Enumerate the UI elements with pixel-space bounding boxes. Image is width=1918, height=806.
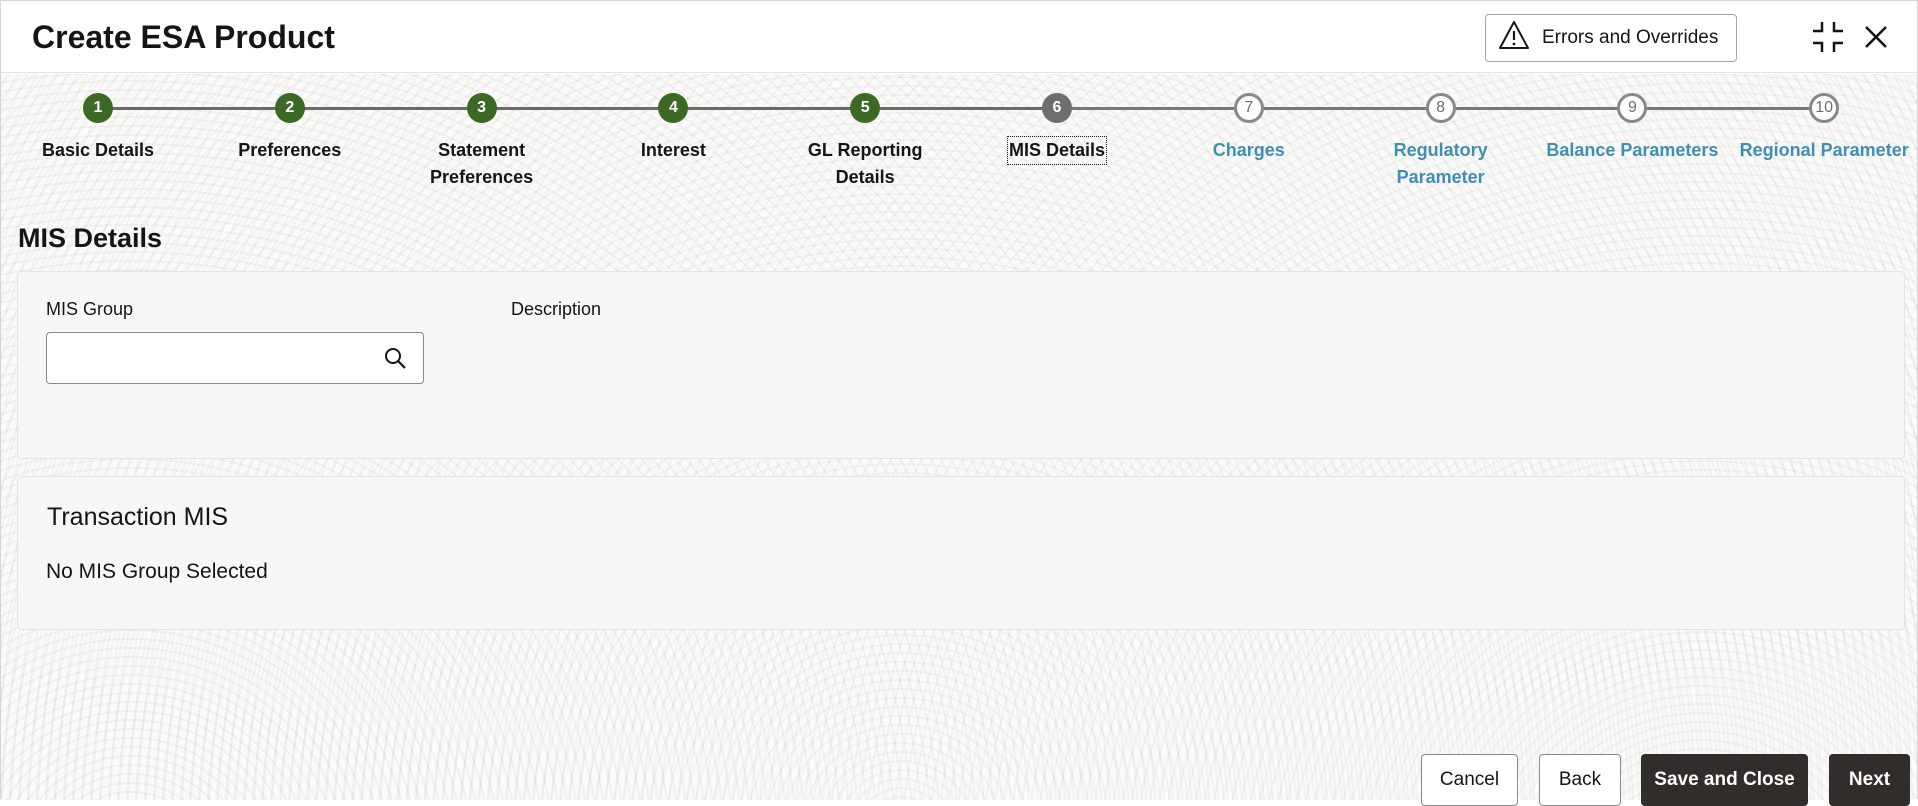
step-5[interactable]: 5 GL Reporting Details: [770, 93, 960, 191]
step-label: Balance Parameters: [1546, 140, 1719, 160]
minimize-icon[interactable]: [1810, 19, 1846, 55]
step-9[interactable]: 9 Balance Parameters: [1537, 93, 1727, 164]
create-esa-product-window: Create ESA Product Errors and Overrides: [0, 0, 1918, 806]
step-1[interactable]: 1 Basic Details: [3, 93, 193, 164]
step-6[interactable]: 6 MIS Details: [962, 93, 1152, 165]
step-number: 9: [1617, 93, 1648, 123]
mis-group-panel: MIS Group Description: [17, 271, 1905, 459]
errors-and-overrides-label: Errors and Overrides: [1542, 27, 1719, 48]
step-number: 5: [850, 93, 881, 123]
step-number: 10: [1809, 93, 1840, 123]
close-icon[interactable]: [1858, 19, 1894, 55]
step-10[interactable]: 10 Regional Parameter: [1729, 93, 1918, 164]
step-label: Charges: [1212, 140, 1285, 160]
step-label: Statement Preferences: [430, 140, 534, 187]
mis-group-label: MIS Group: [46, 299, 134, 319]
dialog-header: Create ESA Product Errors and Overrides: [1, 1, 1917, 73]
step-number: 2: [274, 93, 305, 123]
transaction-mis-heading: Transaction MIS: [47, 503, 229, 531]
step-number: 7: [1233, 93, 1264, 123]
step-number: 6: [1042, 93, 1072, 123]
warning-icon: [1498, 20, 1530, 56]
step-label: Basic Details: [41, 140, 155, 160]
step-7[interactable]: 7 Charges: [1154, 93, 1344, 164]
step-label: Preferences: [238, 140, 342, 160]
errors-and-overrides-button[interactable]: Errors and Overrides: [1485, 14, 1737, 62]
step-number: 4: [658, 93, 689, 123]
step-label: Regulatory Parameter: [1393, 140, 1488, 187]
step-number: 1: [83, 93, 113, 123]
step-label: Regional Parameter: [1739, 140, 1909, 160]
step-number: 8: [1425, 93, 1456, 123]
cancel-button[interactable]: Cancel: [1421, 754, 1518, 806]
save-and-close-button[interactable]: Save and Close: [1641, 754, 1808, 806]
search-icon[interactable]: [383, 346, 407, 370]
step-2[interactable]: 2 Preferences: [195, 93, 385, 164]
step-label: MIS Details: [1006, 136, 1108, 165]
step-8[interactable]: 8 Regulatory Parameter: [1346, 93, 1536, 191]
back-button[interactable]: Back: [1539, 754, 1621, 806]
next-button[interactable]: Next: [1829, 754, 1910, 806]
step-label: GL Reporting Details: [807, 140, 923, 187]
step-number: 3: [466, 93, 497, 123]
mis-group-input[interactable]: [46, 332, 424, 384]
transaction-mis-empty-text: No MIS Group Selected: [46, 560, 268, 583]
description-label: Description: [511, 299, 602, 319]
step-4[interactable]: 4 Interest: [578, 93, 768, 164]
step-label: Interest: [640, 140, 706, 160]
step-3[interactable]: 3 Statement Preferences: [387, 93, 577, 191]
page-title: Create ESA Product: [32, 19, 335, 55]
section-title: MIS Details: [18, 223, 163, 253]
transaction-mis-panel: Transaction MIS No MIS Group Selected: [17, 476, 1905, 630]
